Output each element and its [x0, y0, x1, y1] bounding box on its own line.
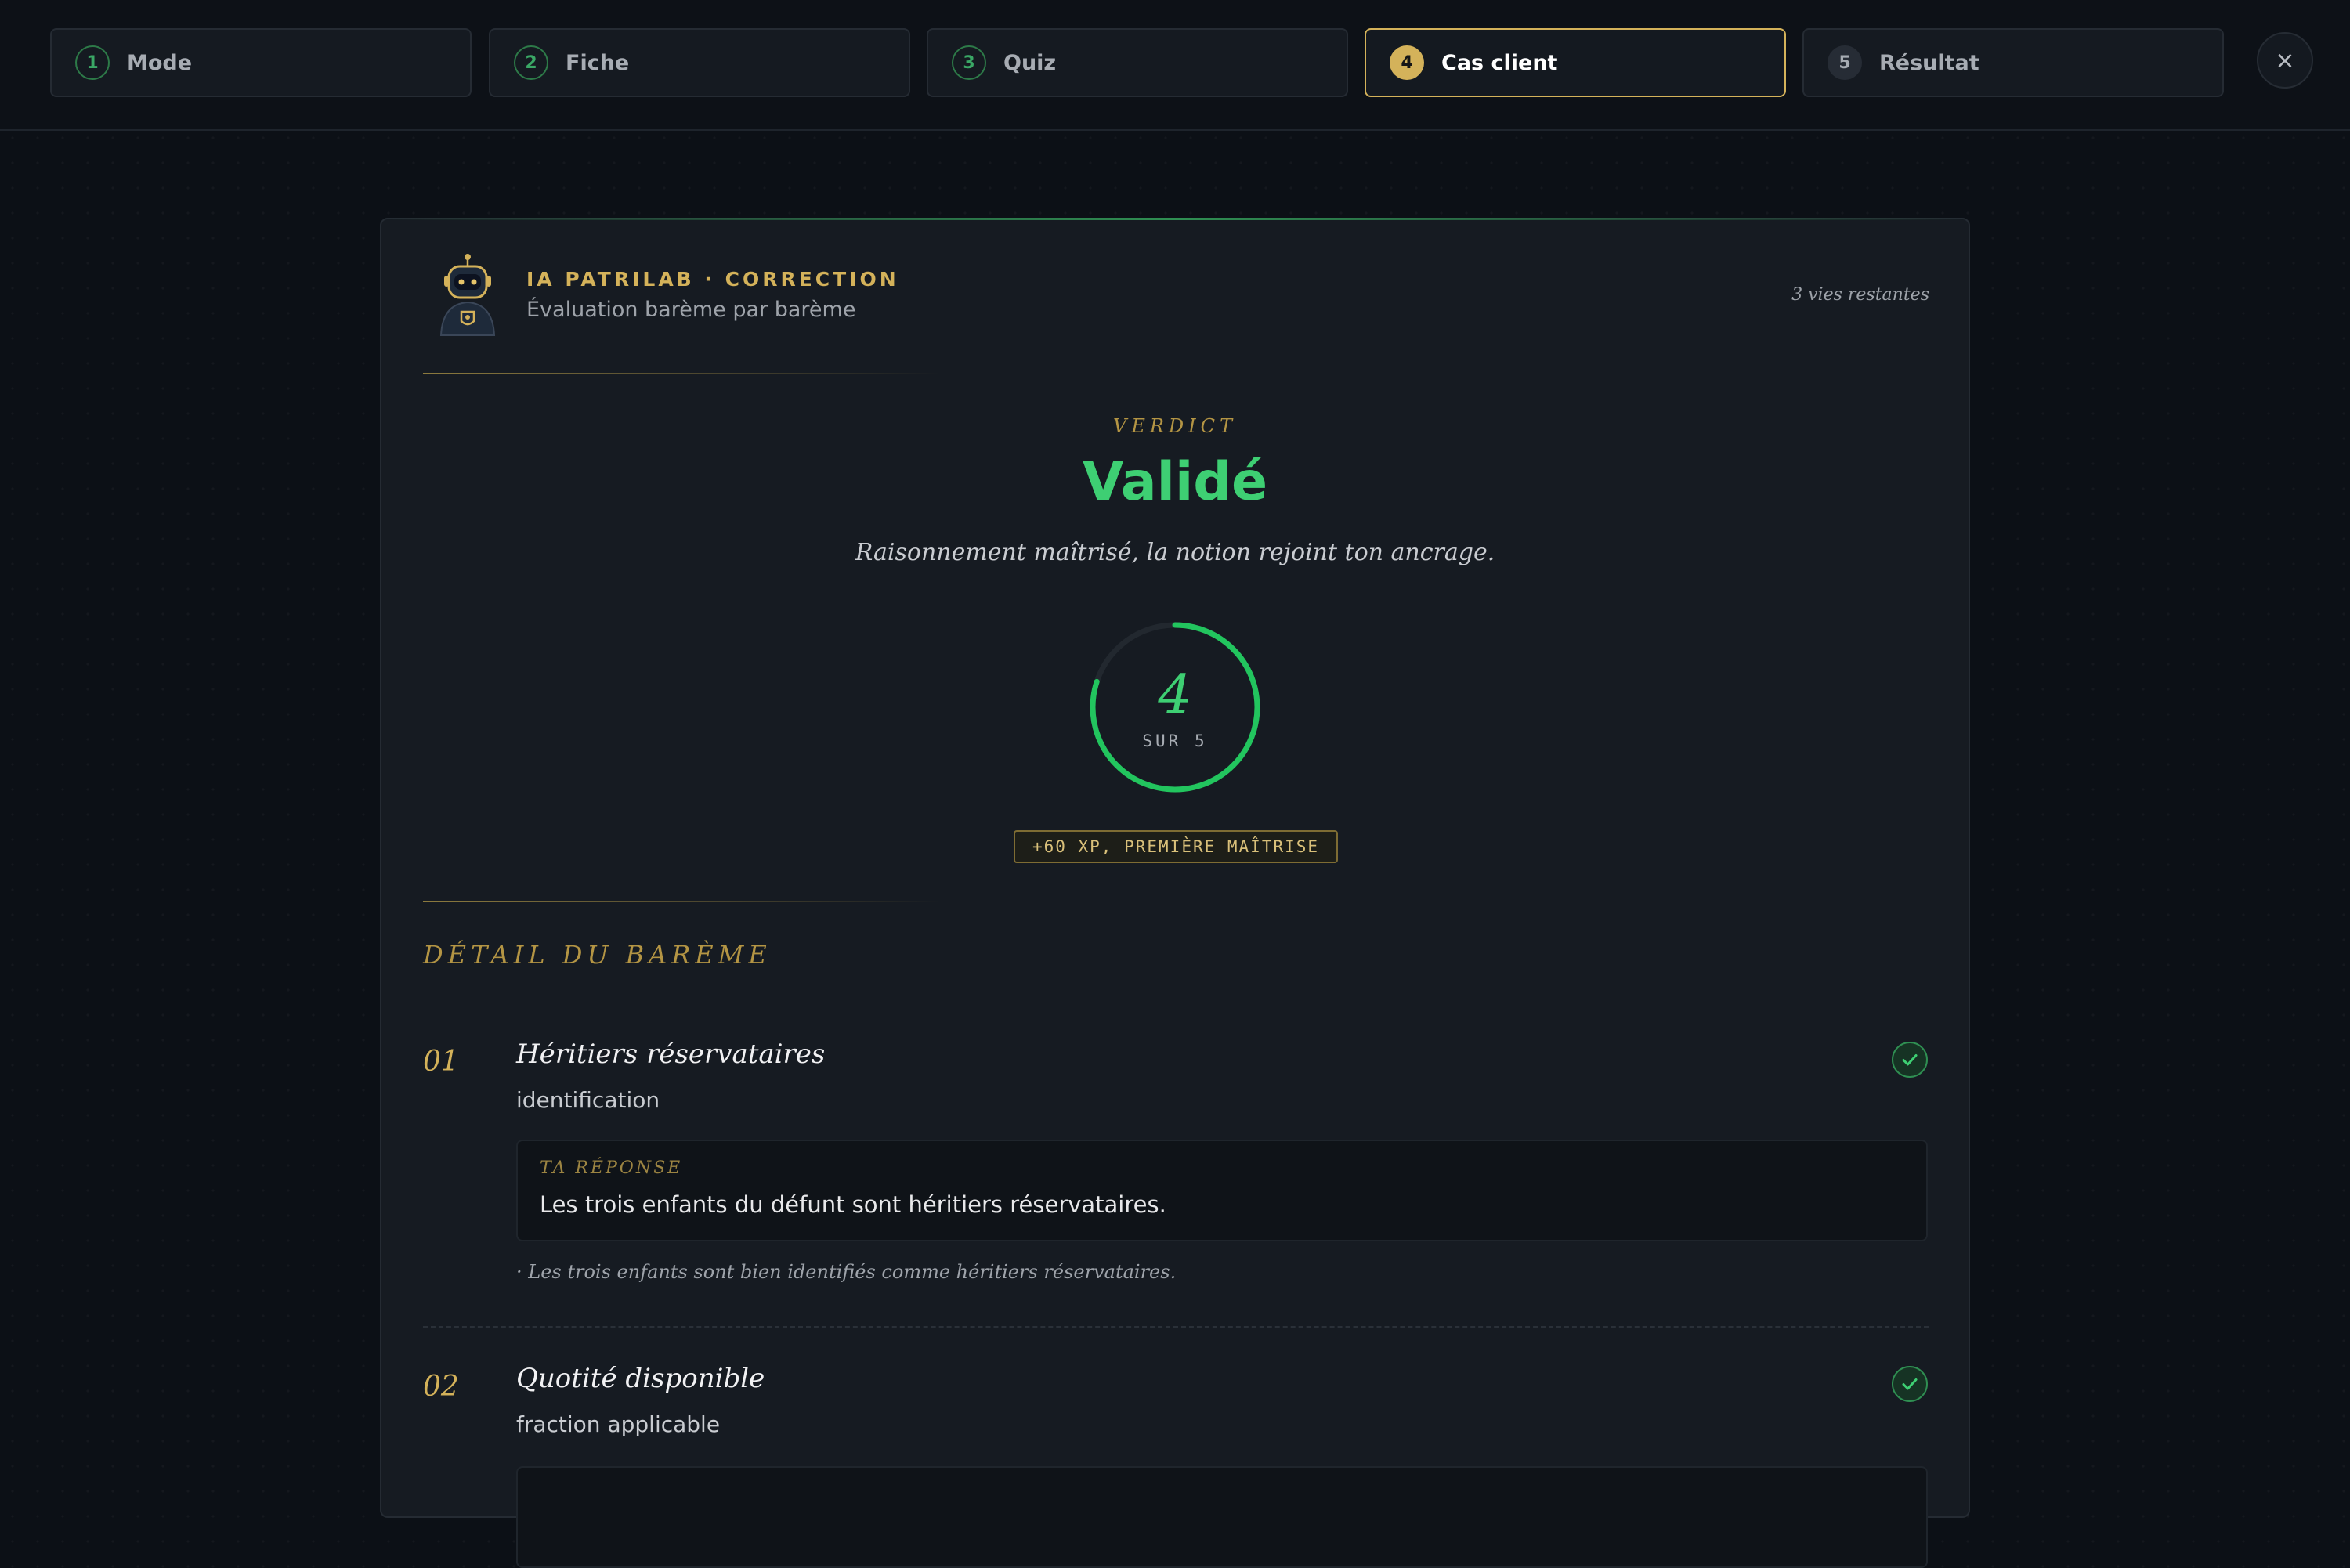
verdict-value: Validé: [1082, 451, 1268, 513]
stepper-bar: 1 Mode 2 Fiche 3 Quiz 4 Cas client 5 Rés…: [0, 0, 2350, 131]
criterion-number: 01: [423, 1046, 459, 1078]
criterion-title: Héritiers réservataires: [516, 1039, 826, 1070]
criterion-separator: [423, 1326, 1929, 1328]
section-title: DÉTAIL DU BARÈME: [423, 940, 772, 970]
answer-box: TA RÉPONSE Les trois enfants du défunt s…: [516, 1140, 1928, 1241]
step-label: Mode: [127, 50, 193, 75]
answer-box: [516, 1466, 1928, 1568]
robot-avatar-icon: [439, 254, 496, 336]
step-number: 1: [75, 45, 110, 80]
criterion-number: 02: [423, 1371, 459, 1403]
step-label: Fiche: [566, 50, 630, 75]
correction-card: IA PATRILAB · CORRECTION Évaluation barè…: [380, 218, 1970, 1568]
step-mode[interactable]: 1 Mode: [50, 28, 472, 97]
close-icon: ×: [2275, 46, 2295, 74]
step-number: 3: [952, 45, 986, 80]
criterion-subtitle: fraction applicable: [516, 1411, 721, 1437]
step-cas-client[interactable]: 4 Cas client: [1365, 28, 1786, 97]
criterion-subtitle: identification: [516, 1087, 660, 1113]
step-label: Quiz: [1003, 50, 1057, 75]
verdict-text: Raisonnement maîtrisé, la notion rejoint…: [855, 539, 1495, 566]
check-icon: [1892, 1042, 1928, 1078]
step-label: Résultat: [1879, 50, 1979, 75]
check-icon: [1892, 1366, 1928, 1402]
ia-title: IA PATRILAB · CORRECTION: [526, 268, 899, 291]
step-number: 5: [1828, 45, 1862, 80]
divider: [423, 373, 940, 374]
step-fiche[interactable]: 2 Fiche: [489, 28, 910, 97]
card-accent-line: [381, 218, 1969, 220]
score-max: SUR 5: [1142, 732, 1208, 750]
step-number: 2: [514, 45, 548, 80]
score-value: 4: [1158, 664, 1192, 726]
step-number: 4: [1390, 45, 1424, 80]
lives-remaining: 3 vies restantes: [1791, 285, 1929, 305]
step-label: Cas client: [1441, 50, 1558, 75]
step-resultat[interactable]: 5 Résultat: [1802, 28, 2224, 97]
close-button[interactable]: ×: [2257, 32, 2313, 89]
criterion-title: Quotité disponible: [516, 1363, 765, 1394]
criterion-feedback: · Les trois enfants sont bien identifiés…: [516, 1261, 1177, 1283]
ia-subtitle: Évaluation barème par barème: [526, 298, 856, 322]
xp-badge: +60 XP, PREMIÈRE MAÎTRISE: [1014, 830, 1338, 863]
divider: [423, 901, 940, 902]
answer-text: Les trois enfants du défunt sont héritie…: [540, 1191, 1166, 1218]
answer-label: TA RÉPONSE: [540, 1158, 683, 1178]
step-quiz[interactable]: 3 Quiz: [927, 28, 1348, 97]
verdict-label: VERDICT: [1112, 415, 1237, 437]
